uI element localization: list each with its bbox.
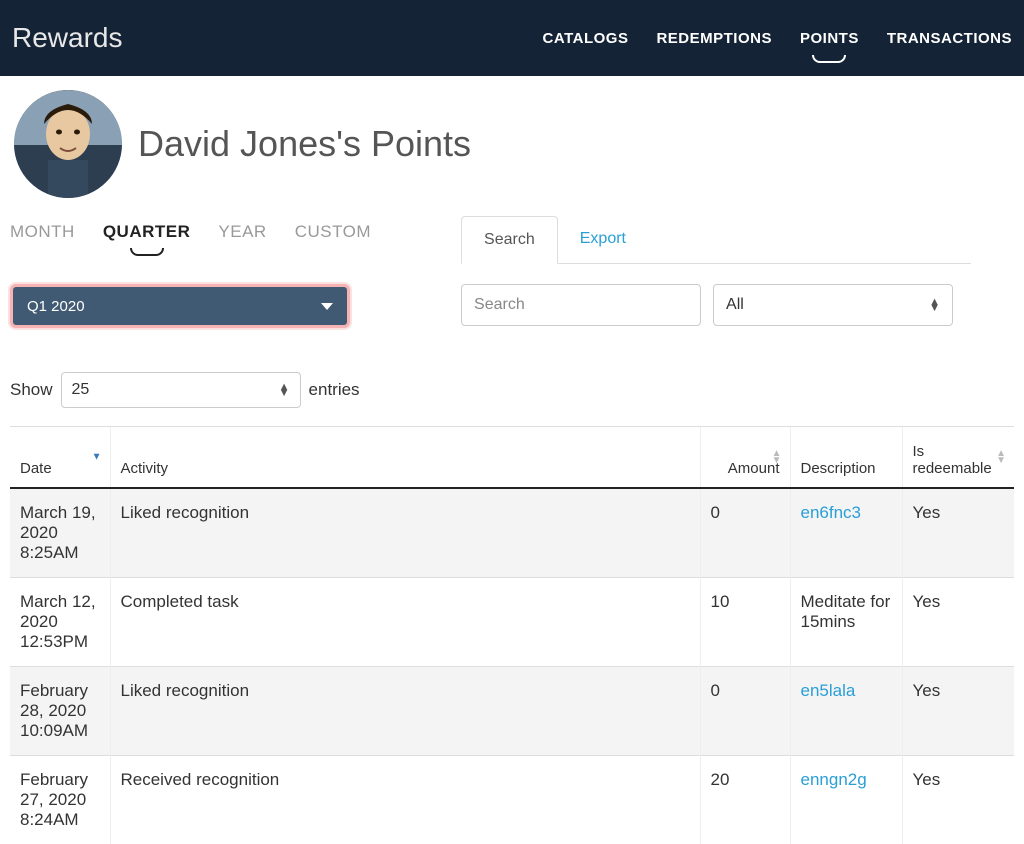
brand-title: Rewards (12, 22, 122, 54)
table-row: February 27, 2020 8:24AMReceived recogni… (10, 756, 1014, 844)
cell-redeemable: Yes (902, 578, 1014, 667)
cell-description[interactable]: enngn2g (790, 756, 902, 844)
sort-icon: ▲▼ (996, 450, 1006, 464)
select-updown-icon: ▲▼ (929, 299, 940, 311)
cell-amount: 20 (700, 756, 790, 844)
col-header-label: Activity (121, 460, 169, 477)
cell-redeemable: Yes (902, 667, 1014, 756)
page-header: David Jones's Points (10, 90, 1014, 216)
quarter-select-value: Q1 2020 (27, 298, 85, 315)
cell-redeemable: Yes (902, 488, 1014, 578)
description-link[interactable]: en6fnc3 (801, 503, 862, 522)
tab-search[interactable]: Search (461, 216, 558, 264)
topnav-item-redemptions[interactable]: REDEMPTIONS (656, 26, 772, 51)
period-tab-month[interactable]: MONTH (10, 222, 75, 242)
caret-down-icon (321, 303, 333, 310)
cell-date: March 12, 2020 12:53PM (10, 578, 110, 667)
quarter-select[interactable]: Q1 2020 (10, 284, 350, 328)
tab-export[interactable]: Export (558, 216, 648, 263)
cell-activity: Received recognition (110, 756, 700, 844)
cell-description[interactable]: en5lala (790, 667, 902, 756)
col-header-activity[interactable]: Activity (110, 427, 700, 489)
col-header-label: Description (801, 460, 876, 477)
table-row: March 19, 2020 8:25AMLiked recognition0e… (10, 488, 1014, 578)
entries-select-value: 25 (72, 381, 90, 399)
cell-date: February 28, 2020 10:09AM (10, 667, 110, 756)
search-export-tabs: SearchExport (461, 216, 971, 264)
period-tab-year[interactable]: YEAR (218, 222, 266, 242)
top-nav: CATALOGS REDEMPTIONS POINTS TRANSACTIONS (543, 26, 1012, 51)
entries-select[interactable]: 25 ▲▼ (61, 372, 301, 408)
entries-control: Show 25 ▲▼ entries (10, 372, 1014, 408)
period-tab-quarter[interactable]: QUARTER (103, 222, 191, 242)
topnav-item-points[interactable]: POINTS (800, 26, 859, 51)
cell-date: February 27, 2020 8:24AM (10, 756, 110, 844)
points-table: Date ▼ Activity Amount ▲▼ Description Is… (10, 426, 1014, 844)
table-row: February 28, 2020 10:09AMLiked recogniti… (10, 667, 1014, 756)
cell-amount: 0 (700, 667, 790, 756)
cell-activity: Liked recognition (110, 667, 700, 756)
topnav-item-transactions[interactable]: TRANSACTIONS (887, 26, 1012, 51)
col-header-label: Date (20, 460, 52, 477)
description-link[interactable]: en5lala (801, 681, 856, 700)
topnav-item-catalogs[interactable]: CATALOGS (543, 26, 629, 51)
col-header-description[interactable]: Description (790, 427, 902, 489)
col-header-label: Is redeemable (913, 443, 992, 477)
table-row: March 12, 2020 12:53PMCompleted task10Me… (10, 578, 1014, 667)
cell-date: March 19, 2020 8:25AM (10, 488, 110, 578)
cell-amount: 10 (700, 578, 790, 667)
filter-select[interactable]: All ▲▼ (713, 284, 953, 326)
cell-activity: Completed task (110, 578, 700, 667)
col-header-redeemable[interactable]: Is redeemable ▲▼ (902, 427, 1014, 489)
top-bar: Rewards CATALOGS REDEMPTIONS POINTS TRANSAC… (0, 0, 1024, 76)
description-link[interactable]: enngn2g (801, 770, 867, 789)
cell-activity: Liked recognition (110, 488, 700, 578)
cell-redeemable: Yes (902, 756, 1014, 844)
period-tabs: MONTH QUARTER YEAR CUSTOM (10, 216, 371, 254)
cell-description: Meditate for 15mins (790, 578, 902, 667)
sort-icon: ▼ (92, 454, 102, 461)
search-input[interactable] (461, 284, 701, 326)
col-header-date[interactable]: Date ▼ (10, 427, 110, 489)
show-label: Show (10, 380, 53, 400)
sort-icon: ▲▼ (772, 450, 782, 464)
entries-suffix: entries (309, 380, 360, 400)
page-title: David Jones's Points (138, 123, 471, 165)
cell-description[interactable]: en6fnc3 (790, 488, 902, 578)
select-updown-icon: ▲▼ (279, 384, 290, 396)
cell-amount: 0 (700, 488, 790, 578)
period-tab-custom[interactable]: CUSTOM (295, 222, 371, 242)
page-content: David Jones's Points MONTH QUARTER YEAR CUS… (0, 76, 1024, 844)
filter-select-value: All (726, 296, 744, 314)
col-header-amount[interactable]: Amount ▲▼ (700, 427, 790, 489)
avatar (14, 90, 122, 198)
